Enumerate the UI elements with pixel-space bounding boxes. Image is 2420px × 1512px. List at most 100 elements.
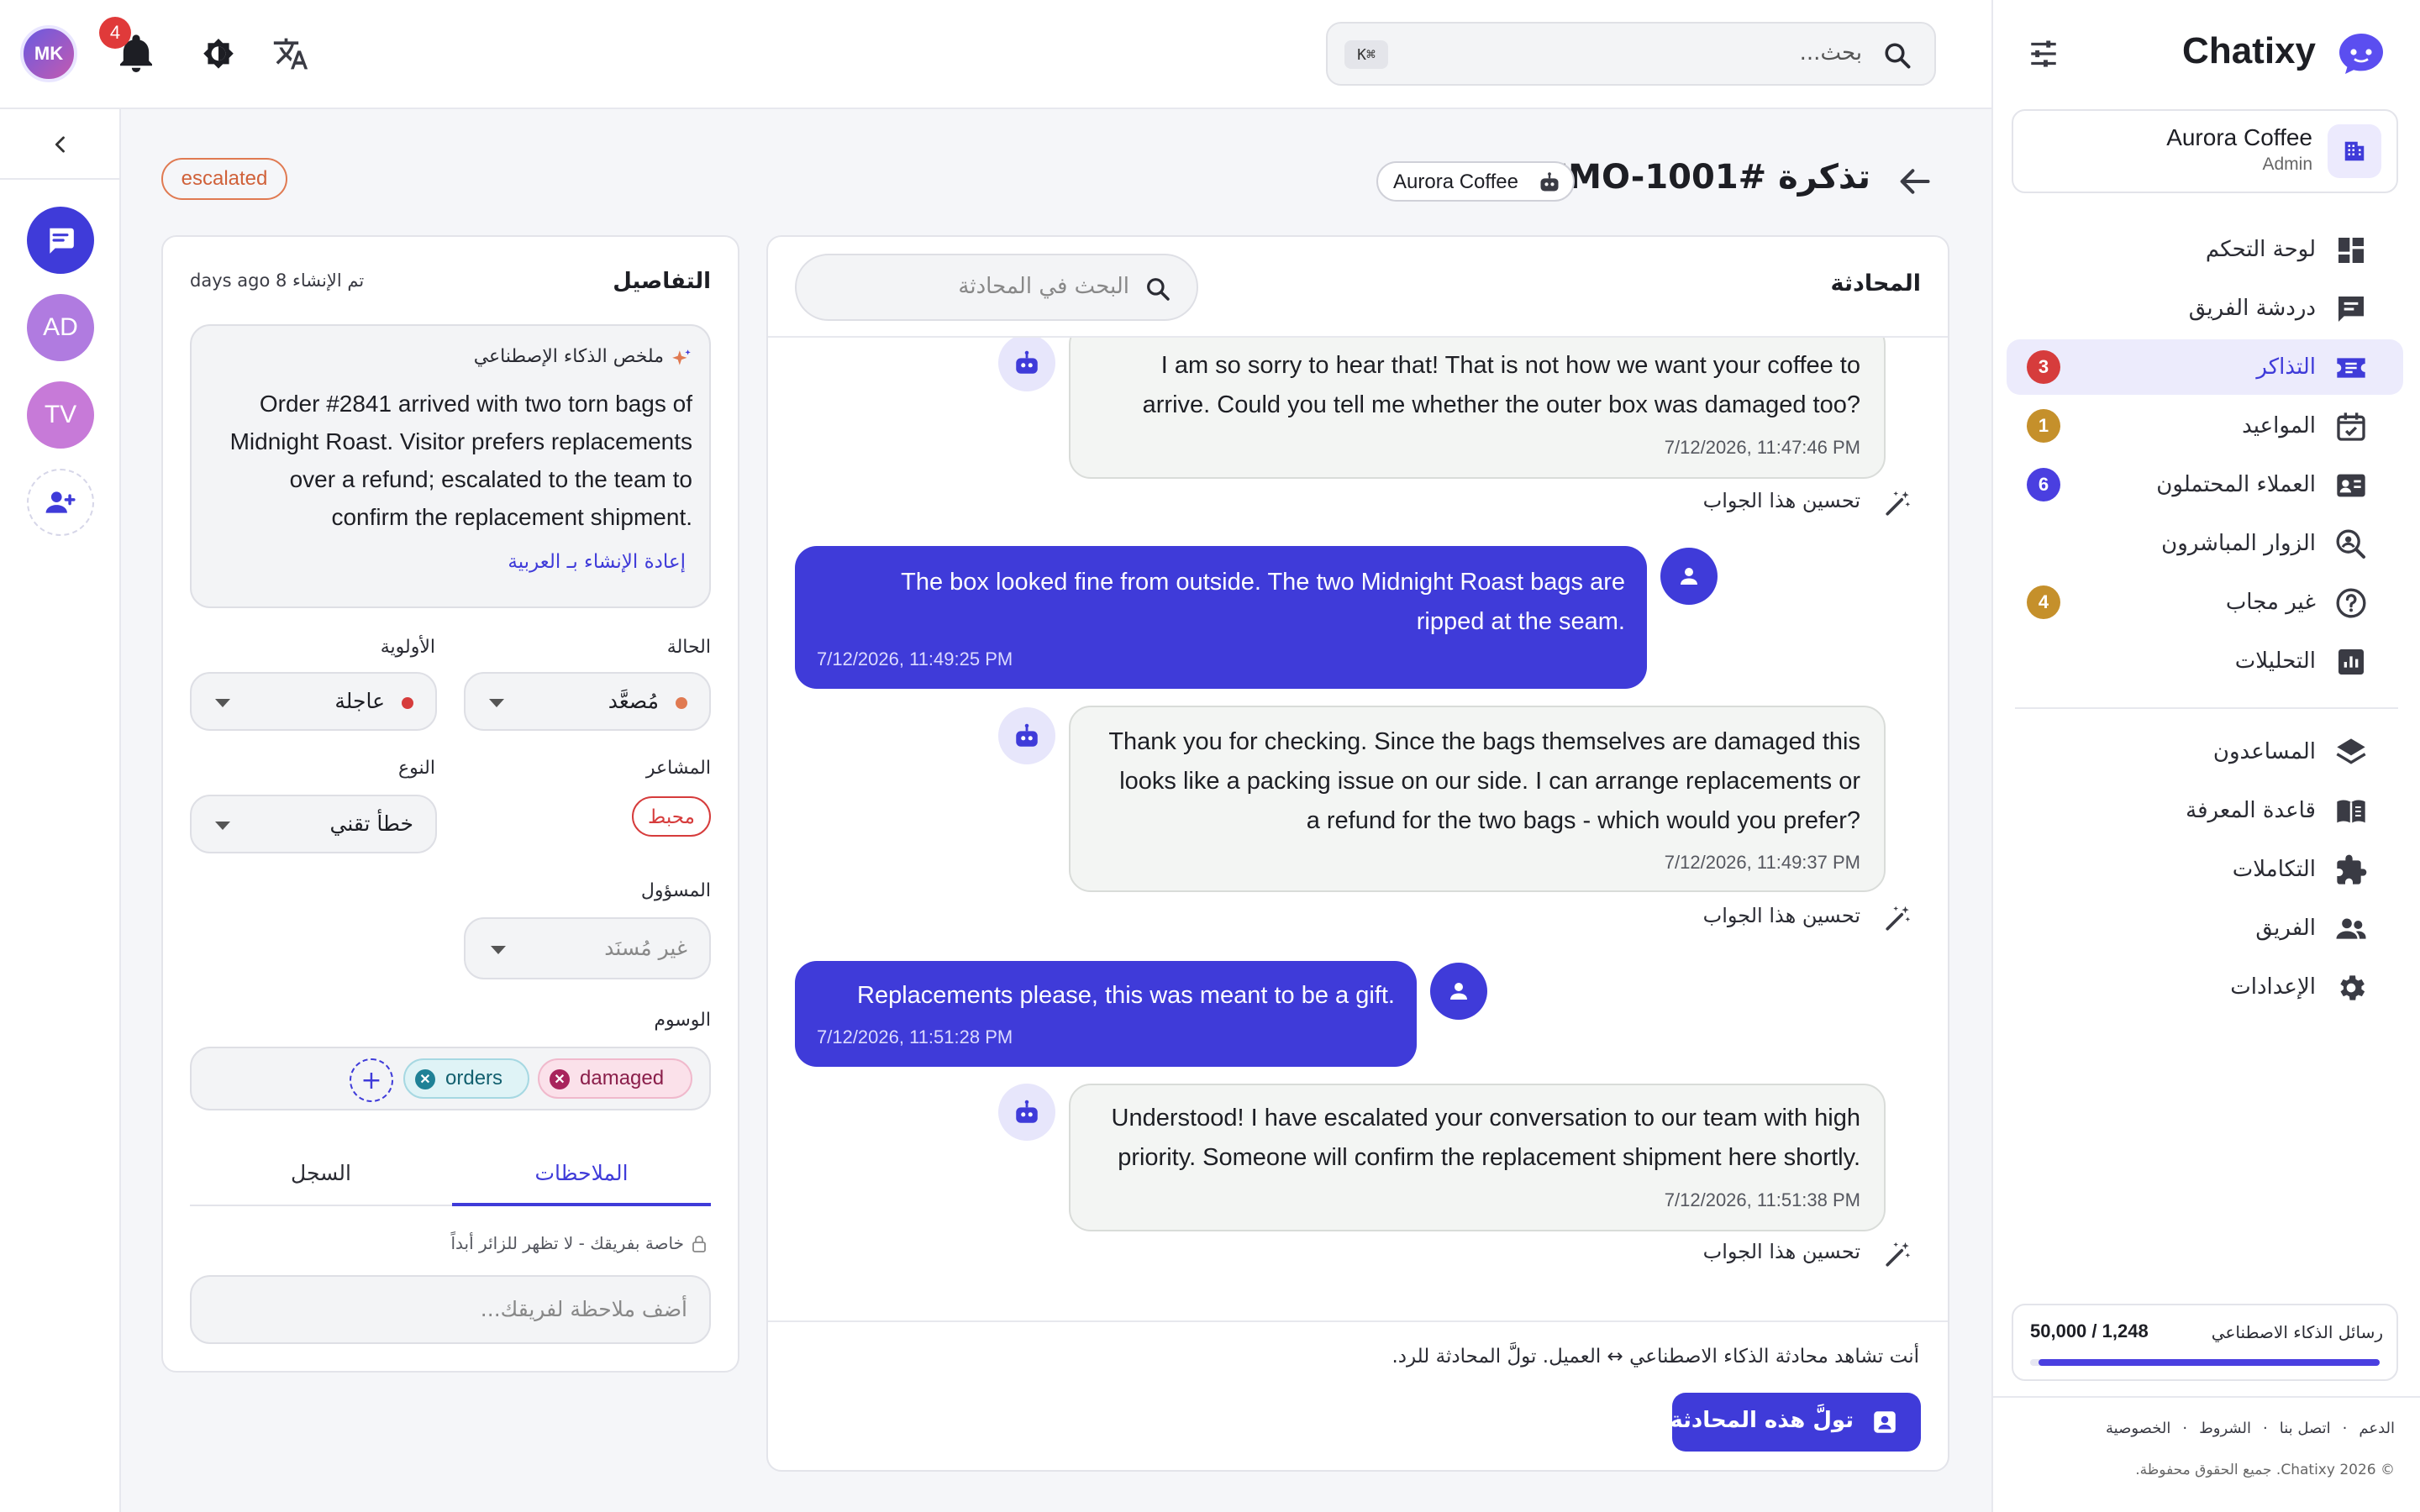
improve-answer-button[interactable]: تحسين هذا الجواب [1703, 904, 1860, 927]
regenerate-summary-link[interactable]: إعادة الإنشاء بـ العربية [508, 551, 686, 573]
person-icon [1450, 983, 1467, 1000]
sentiment-badge: محبط [632, 796, 711, 837]
workspace-switcher[interactable]: Aurora Coffee Admin [2012, 109, 2398, 193]
add-member-button[interactable] [27, 469, 94, 536]
sidebar-item-tickets[interactable]: التذاكر 3 [2007, 339, 2403, 395]
status-badge: escalated [161, 158, 287, 200]
sidebar-item-assistants[interactable]: المساعدون [2007, 724, 2403, 780]
sidebar-item-label: دردشة الفريق [2188, 296, 2316, 321]
tab-history[interactable]: السجل [190, 1156, 452, 1206]
sidebar-item-integrations[interactable]: التكاملات [2007, 842, 2403, 897]
assignee-select[interactable]: غير مُسنَد [464, 917, 711, 979]
language-button[interactable] [272, 35, 309, 72]
person-icon [1681, 568, 1697, 585]
message-text: Thank you for checking. Since the bags t… [1108, 728, 1860, 834]
sidebar-item-label: الفريق [2255, 916, 2316, 941]
user-avatar[interactable]: MK [20, 25, 77, 82]
conversation-footer-divider [768, 1320, 1948, 1322]
magic-wand-icon[interactable] [1884, 489, 1912, 517]
sidebar-item-label: غير مجاب [2225, 590, 2316, 615]
sidebar-item-unanswered[interactable]: غير مجاب 4 [2007, 575, 2403, 630]
sidebar-footer-divider [1991, 1396, 2420, 1398]
note-input[interactable]: أضف ملاحظة لفريقك... [190, 1275, 711, 1344]
sidebar-item-settings[interactable]: الإعدادات [2007, 959, 2403, 1015]
message-text: I am so sorry to hear that! That is not … [1142, 352, 1860, 418]
message-text: Understood! I have escalated your conver… [1111, 1105, 1860, 1171]
sidebar-item-team[interactable]: الفريق [2007, 900, 2403, 956]
theme-toggle-button[interactable] [198, 34, 239, 74]
priority-select[interactable]: عاجلة [190, 672, 437, 731]
filters-icon[interactable] [2027, 39, 2060, 69]
sidebar-item-knowledge-base[interactable]: قاعدة المعرفة [2007, 783, 2403, 838]
chat-icon [2338, 297, 2364, 322]
sidebar-item-dashboard[interactable]: لوحة التحكم [2007, 222, 2403, 277]
assign-person-icon [1874, 1411, 1896, 1433]
sidebar-item-label: التحليلات [2234, 648, 2316, 674]
collapse-chevron-icon[interactable] [49, 133, 72, 156]
bot-avatar [998, 1084, 1055, 1141]
bot-icon [1540, 172, 1559, 192]
footer-link-contact[interactable]: اتصل بنا [2280, 1420, 2331, 1437]
type-select[interactable]: خطأ تقني [190, 795, 437, 853]
team-icon [2336, 918, 2366, 939]
usage-label: رسائل الذكاء الاصطناعي [2211, 1322, 2383, 1342]
footer-link-support[interactable]: الدعم [2359, 1420, 2395, 1437]
remove-tag-icon[interactable]: ✕ [415, 1069, 435, 1089]
visitor-search-icon [2336, 529, 2365, 559]
sidebar-item-label: الزوار المباشرون [2161, 531, 2316, 556]
sidebar-item-leads[interactable]: العملاء المحتملون 6 [2007, 457, 2403, 512]
sidebar-item-label: لوحة التحكم [2205, 237, 2316, 262]
sidebar-item-live-visitors[interactable]: الزوار المباشرون [2007, 516, 2403, 571]
sidebar-item-appointments[interactable]: المواعيد 1 [2007, 398, 2403, 454]
tags-label: الوسوم [654, 1010, 711, 1031]
rail-divider [0, 178, 121, 180]
sentiment-label: المشاعر [645, 758, 711, 779]
improve-answer-button[interactable]: تحسين هذا الجواب [1703, 489, 1860, 512]
improve-answer-button[interactable]: تحسين هذا الجواب [1703, 1240, 1860, 1263]
chevron-down-icon [491, 946, 506, 954]
workspace-chip-label: Aurora Coffee [1393, 171, 1518, 193]
rail-chat-button[interactable] [27, 207, 94, 274]
back-arrow-button[interactable] [1897, 165, 1934, 198]
rail-avatar-tv[interactable]: TV [27, 381, 94, 449]
add-tag-button[interactable]: + [350, 1058, 393, 1102]
usage-progress-fill [2039, 1359, 2380, 1366]
status-dot [676, 697, 687, 709]
search-placeholder: بحث... [1799, 40, 1862, 66]
visitor-avatar [1430, 963, 1487, 1020]
conversation-heading: المحادثة [1830, 270, 1921, 297]
takeover-button-label: تولَّ هذه المحادثة [1670, 1408, 1854, 1433]
app-logo-text: Chatixy [2182, 30, 2316, 71]
conversation-search[interactable]: البحث في المحادثة [795, 254, 1198, 321]
usage-value: 1,248 / 50,000 [2030, 1320, 2149, 1341]
status-select[interactable]: مُصعَّد [464, 672, 711, 731]
sidebar-item-label: العملاء المحتملون [2156, 472, 2316, 497]
tag-orders: ✕ orders [403, 1058, 529, 1099]
bot-icon [1016, 723, 1038, 747]
message-timestamp: 7/12/2026, 11:51:38 PM [1664, 1189, 1860, 1210]
sidebar-item-team-chat[interactable]: دردشة الفريق [2007, 281, 2403, 336]
status-label: الحالة [666, 637, 711, 658]
magic-wand-icon[interactable] [1884, 1240, 1912, 1268]
shortcut-hint: ⌘K [1344, 40, 1388, 69]
sidebar-item-label: قاعدة المعرفة [2186, 798, 2316, 823]
message-timestamp: 7/12/2026, 11:49:25 PM [817, 648, 1013, 669]
bot-avatar [998, 707, 1055, 764]
dashboard-icon [2338, 238, 2364, 263]
assignee-label: المسؤول [640, 880, 711, 901]
footer-link-privacy[interactable]: الخصوصية [2106, 1420, 2170, 1437]
takeover-button[interactable]: تولَّ هذه المحادثة [1670, 1393, 1921, 1452]
footer-link-terms[interactable]: الشروط [2199, 1420, 2251, 1437]
global-search[interactable]: ⌘K بحث... [1326, 22, 1936, 86]
remove-tag-icon[interactable]: ✕ [550, 1069, 570, 1089]
tab-notes[interactable]: الملاحظات [452, 1156, 711, 1206]
rail-avatar-ad[interactable]: AD [27, 294, 94, 361]
created-at: تم الإنشاء 8 days ago [190, 270, 365, 291]
magic-wand-icon[interactable] [1884, 904, 1912, 932]
sidebar-item-analytics[interactable]: التحليلات [2007, 633, 2403, 689]
usage-progress-track [2030, 1359, 2380, 1366]
sidebar-item-label: المساعدون [2212, 739, 2316, 764]
tags-field[interactable]: ✕ damaged ✕ orders + [190, 1047, 711, 1110]
tab-history-label: السجل [291, 1161, 351, 1185]
message-timestamp: 7/12/2026, 11:51:28 PM [817, 1026, 1013, 1047]
